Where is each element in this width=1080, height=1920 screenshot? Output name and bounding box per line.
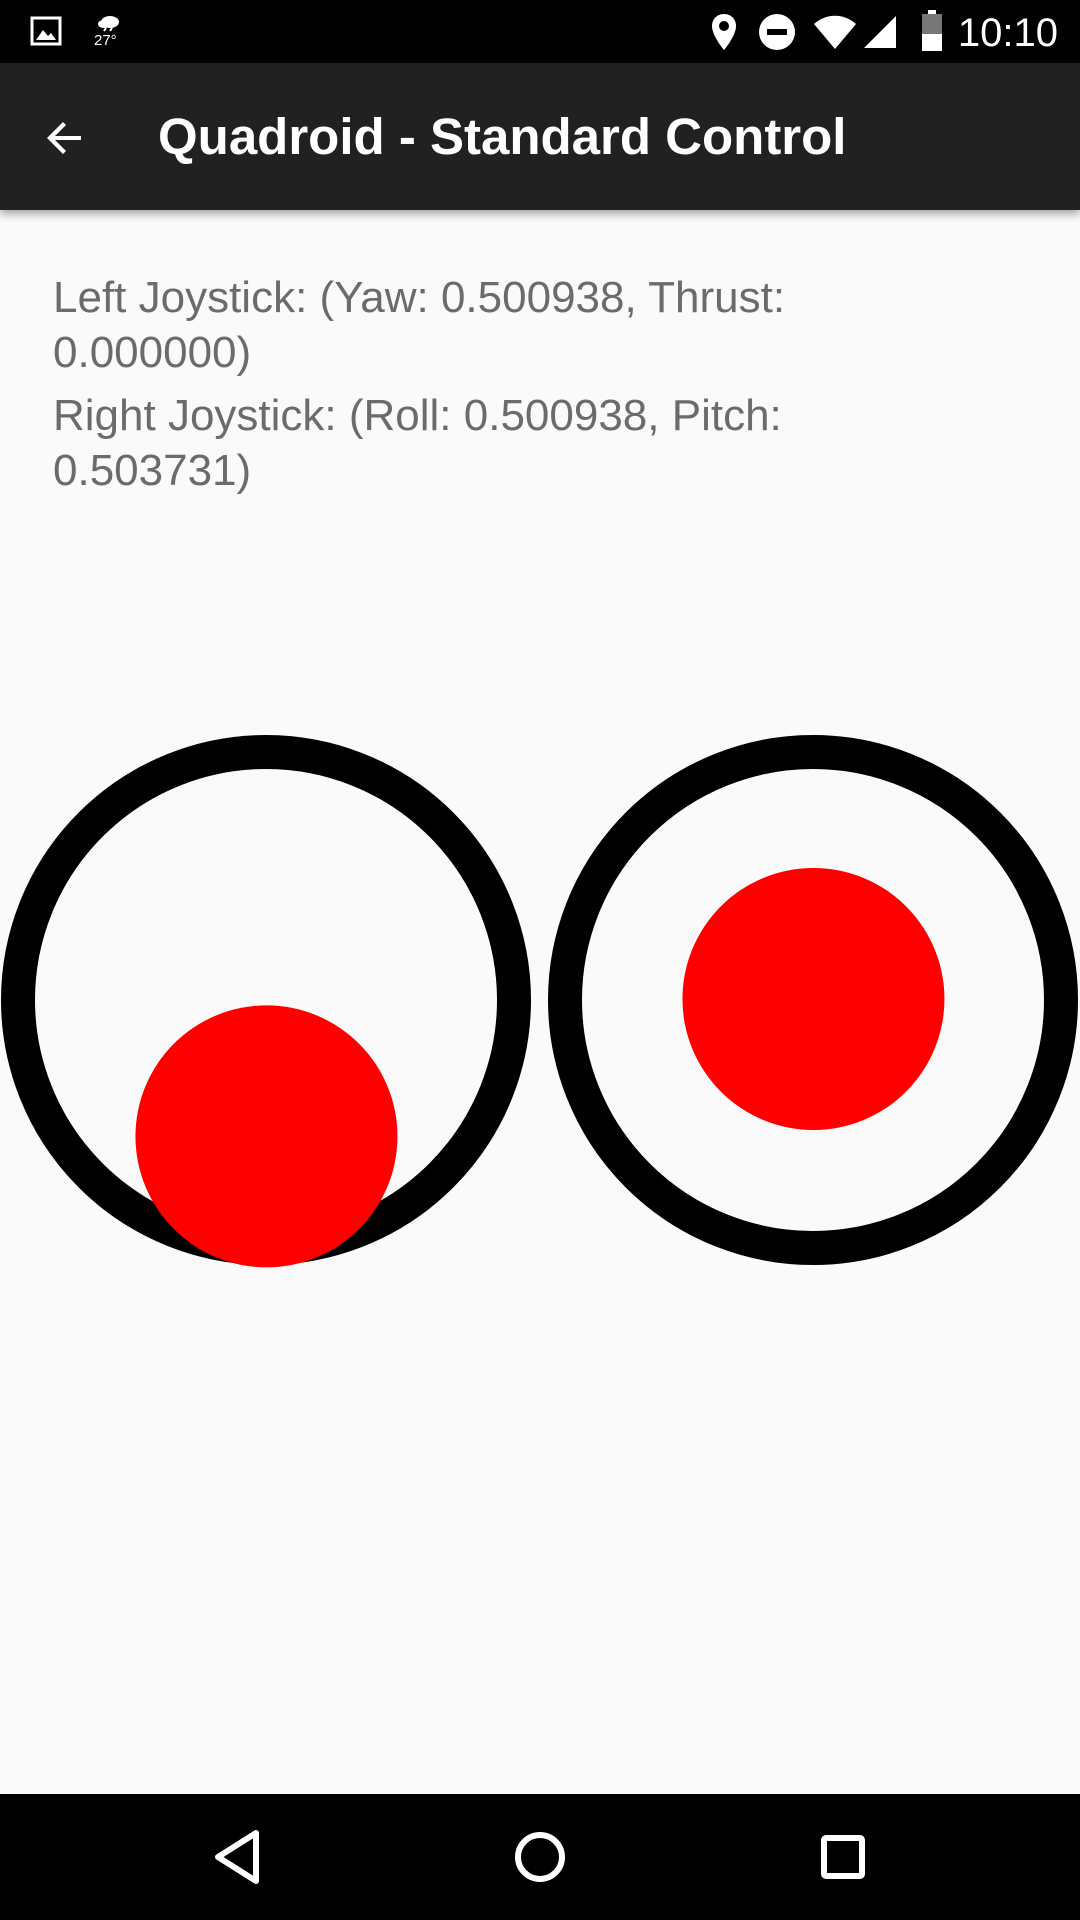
- right-joystick-knob[interactable]: [682, 867, 945, 1130]
- weather-temperature: 27°: [94, 32, 117, 49]
- right-joystick[interactable]: [548, 735, 1078, 1265]
- battery-icon: [922, 10, 942, 51]
- left-joystick-readout: Left Joystick: (Yaw: 0.500938, Thrust: 0…: [53, 273, 786, 377]
- status-bar: 27° 10:10: [0, 0, 1080, 63]
- status-time: 10:10: [957, 11, 1058, 55]
- page-title: Quadroid - Standard Control: [158, 108, 847, 165]
- nav-home-button[interactable]: [505, 1822, 575, 1892]
- recents-square-icon: [821, 1835, 865, 1879]
- joystick-area: [1, 735, 1078, 1268]
- nav-recents-button[interactable]: [808, 1822, 878, 1892]
- back-button[interactable]: [30, 103, 100, 173]
- do-not-disturb-icon: [759, 14, 795, 50]
- cell-signal-icon: [864, 16, 896, 48]
- app-bar: Quadroid - Standard Control: [0, 63, 1080, 210]
- back-triangle-icon: [215, 1830, 259, 1884]
- right-joystick-readout: Right Joystick: (Roll: 0.500938, Pitch: …: [53, 391, 782, 495]
- home-circle-icon: [515, 1832, 565, 1882]
- navigation-bar: [0, 1794, 1080, 1920]
- wifi-icon: [814, 15, 856, 49]
- left-joystick[interactable]: [1, 735, 531, 1268]
- location-icon: [712, 14, 736, 50]
- arrow-back-icon: [47, 122, 81, 154]
- gallery-icon: [30, 16, 62, 46]
- left-joystick-knob[interactable]: [135, 1005, 398, 1268]
- nav-back-button[interactable]: [202, 1822, 272, 1892]
